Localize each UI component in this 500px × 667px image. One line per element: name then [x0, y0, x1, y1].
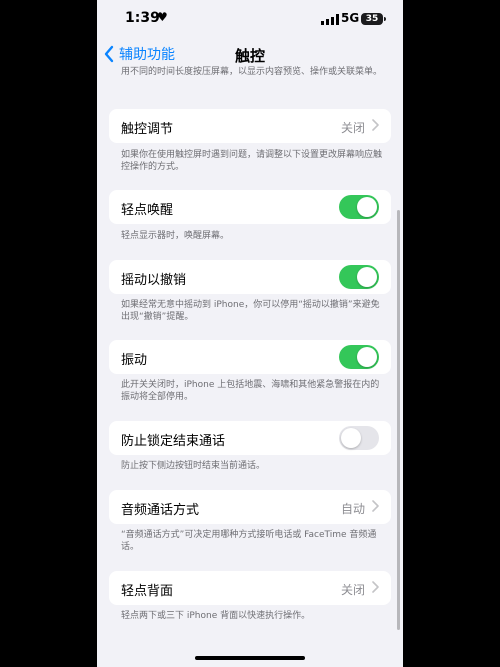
- status-time: 1:39: [125, 10, 160, 26]
- toggle-knob: [341, 428, 361, 448]
- phone-screen: 1:39 ♥ 5G 35 辅助功能 触控 用不同的时间长度按压屏幕，以显示内容预…: [97, 0, 403, 667]
- shake-to-undo-toggle[interactable]: [339, 265, 379, 289]
- row-label: 防止锁定结束通话: [121, 434, 226, 449]
- vibration-toggle[interactable]: [339, 345, 379, 369]
- chevron-right-icon: [372, 119, 379, 131]
- shake-to-undo-note: 如果经常无意中摇动到 iPhone，你可以停用“摇动以撤销”来避免出现“撤销”提…: [121, 300, 380, 322]
- row-label: 振动: [121, 353, 148, 368]
- prevent-lock-end-call-note: 防止按下侧边按钮时结束当前通话。: [121, 461, 266, 471]
- battery-icon: 35: [361, 13, 383, 25]
- prevent-lock-end-call-toggle[interactable]: [339, 426, 379, 450]
- touch-accommodations-row[interactable]: 触控调节 关闭: [109, 109, 391, 143]
- touch-accommodations-note: 如果你在使用触控屏时遇到问题，请调整以下设置更改屏幕响应触控操作的方式。: [121, 150, 383, 172]
- shake-to-undo-row: 摇动以撤销: [109, 260, 391, 294]
- battery-level: 35: [365, 14, 379, 24]
- call-audio-routing-note: “音频通话方式”可决定用哪种方式接听电话或 FaceTime 音频通话。: [121, 530, 377, 552]
- prevent-lock-end-call-row: 防止锁定结束通话: [109, 421, 391, 455]
- scrollbar[interactable]: [397, 210, 400, 630]
- chevron-right-icon: [372, 500, 379, 512]
- status-bar: 1:39 ♥ 5G 35: [97, 0, 403, 40]
- tap-to-wake-note: 轻点显示器时，唤醒屏幕。: [121, 231, 230, 241]
- back-tap-note: 轻点两下或三下 iPhone 背面以快速执行操作。: [121, 611, 311, 621]
- row-value: 关闭: [340, 121, 365, 135]
- row-label: 触控调节: [121, 122, 174, 137]
- toggle-knob: [357, 347, 377, 367]
- heart-icon: ♥: [157, 10, 168, 24]
- row-value: 关闭: [340, 583, 365, 597]
- row-label: 音频通话方式: [121, 503, 200, 518]
- toggle-knob: [357, 197, 377, 217]
- home-indicator[interactable]: [195, 656, 305, 660]
- network-label: 5G: [341, 11, 360, 25]
- row-label: 摇动以撤销: [121, 273, 187, 288]
- toggle-knob: [357, 267, 377, 287]
- tap-to-wake-toggle[interactable]: [339, 195, 379, 219]
- back-tap-row[interactable]: 轻点背面 关闭: [109, 571, 391, 605]
- row-label: 轻点唤醒: [121, 203, 174, 218]
- tap-to-wake-row: 轻点唤醒: [109, 190, 391, 224]
- call-audio-routing-row[interactable]: 音频通话方式 自动: [109, 490, 391, 524]
- chevron-right-icon: [372, 581, 379, 593]
- battery-tip: [384, 17, 386, 21]
- signal-icon: [321, 14, 339, 25]
- page-title: 触控: [234, 47, 265, 65]
- row-value: 自动: [340, 502, 365, 516]
- row-label: 轻点背面: [121, 584, 174, 599]
- intro-note: 用不同的时间长度按压屏幕，以显示内容预览、操作或关联菜单。: [121, 67, 383, 77]
- vibration-note: 此开关关闭时，iPhone 上包括地震、海啸和其他紧急警报在内的振动将全部停用。: [121, 380, 380, 402]
- navigation-bar: 辅助功能 触控: [97, 40, 403, 68]
- vibration-row: 振动: [109, 340, 391, 374]
